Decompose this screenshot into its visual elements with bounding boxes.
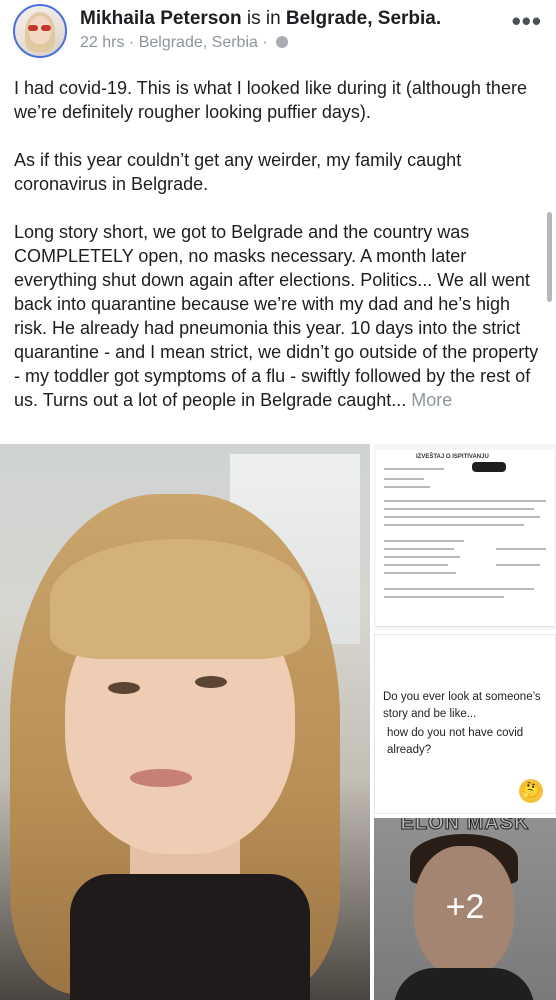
author-line: Mikhaila Peterson is in Belgrade, Serbia… (80, 8, 441, 30)
doc-title: IZVEŠTAJ O ISPITIVANJU (416, 454, 489, 460)
more-photos-tile[interactable]: ELON MASK +2 (374, 818, 556, 1000)
more-dots-icon[interactable]: ••• (512, 6, 542, 37)
checkin-text: is in (246, 8, 281, 29)
post-meta: 22 hrs · Belgrade, Serbia · (80, 34, 289, 52)
post-paragraph: As if this year couldn’t get any weirder… (14, 150, 462, 194)
globe-icon (276, 36, 289, 48)
scrollbar[interactable] (547, 212, 552, 302)
quote-text-2: how do you not have covid already? (387, 727, 524, 756)
post-paragraph: Long story short, we got to Belgrade and… (14, 220, 544, 412)
post-header: Mikhaila Peterson is in Belgrade, Serbia… (0, 0, 556, 62)
photo-grid: IZVEŠTAJ O ISPITIVANJU Do you ever look … (0, 444, 556, 1000)
meme-quote-card[interactable]: Do you ever look at someone’s story and … (374, 634, 556, 814)
post-paragraph: I had covid-19. This is what I looked li… (14, 78, 527, 122)
quote-text: Do you ever look at someone’s story and … (383, 691, 541, 720)
meta-separator: · (128, 34, 135, 51)
author-name[interactable]: Mikhaila Peterson (80, 8, 242, 29)
meta-separator: · (262, 34, 268, 51)
post-paragraph-text: Long story short, we got to Belgrade and… (14, 222, 539, 410)
post-body: I had covid-19. This is what I looked li… (14, 76, 544, 436)
post-time[interactable]: 22 hrs (80, 34, 124, 51)
post-place[interactable]: Belgrade, Serbia (139, 34, 258, 51)
thinking-emoji-icon: 🤔 (519, 779, 543, 803)
test-report-photo[interactable]: IZVEŠTAJ O ISPITIVANJU (374, 444, 556, 630)
selfie-photo[interactable] (0, 444, 370, 1000)
more-photos-count: +2 (445, 888, 485, 926)
see-more-link[interactable]: More (411, 390, 452, 410)
checkin-location[interactable]: Belgrade, Serbia. (286, 8, 441, 29)
author-avatar[interactable] (13, 4, 67, 58)
